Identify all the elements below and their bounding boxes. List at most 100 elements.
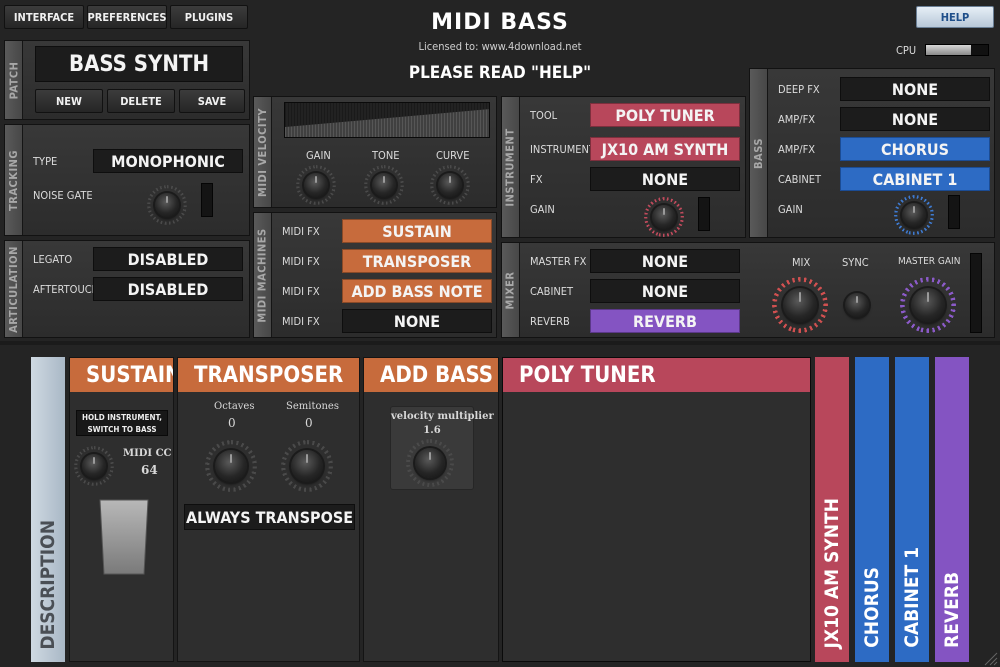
legato-label: LEGATO <box>33 253 73 266</box>
sustain-title[interactable]: SUSTAIN <box>70 358 173 392</box>
instrument-strip-label: JX10 AM SYNTH <box>821 497 843 648</box>
midi-fx-slot-3[interactable]: ADD BASS NOTE <box>342 279 492 303</box>
master-gain-label: MASTER GAIN <box>898 256 961 267</box>
midi-fx-slot-1[interactable]: SUSTAIN <box>342 219 492 243</box>
velocity-multiplier-label: velocity multiplier <box>391 411 494 422</box>
patch-panel: PATCH BASS SYNTH NEW DELETE SAVE <box>4 40 250 120</box>
velocity-multiplier-box: velocity multiplier 1.6 <box>390 406 494 490</box>
aftertouch-field[interactable]: DISABLED <box>93 277 243 301</box>
instrument-fx-field[interactable]: NONE <box>590 167 740 191</box>
mixer-cabinet-field[interactable]: NONE <box>590 279 740 303</box>
amp-fx-label-1: AMP/FX <box>778 113 816 126</box>
midi-velocity-tab: MIDI VELOCITY <box>254 97 272 207</box>
noise-gate-meter <box>201 183 213 217</box>
reverb-strip[interactable]: REVERB <box>935 357 969 662</box>
sustain-pedal-icon[interactable] <box>98 498 150 576</box>
legato-field[interactable]: DISABLED <box>93 247 243 271</box>
master-fx-field[interactable]: NONE <box>590 249 740 273</box>
velocity-curve-label: CURVE <box>436 149 470 162</box>
poly-tuner-slot: POLY TUNER <box>502 357 811 662</box>
poly-tuner-title[interactable]: POLY TUNER <box>503 358 810 392</box>
midi-fx-slot-2[interactable]: TRANSPOSER <box>342 249 492 273</box>
cabinet-field[interactable]: CABINET 1 <box>840 167 990 191</box>
resize-grip-icon[interactable] <box>982 650 998 666</box>
bass-gain-knob[interactable] <box>902 203 926 227</box>
velocity-gain-label: GAIN <box>306 149 331 162</box>
velocity-multiplier-knob[interactable] <box>415 448 445 478</box>
instrument-field[interactable]: JX10 AM SYNTH <box>590 137 740 161</box>
chorus-strip[interactable]: CHORUS <box>855 357 889 662</box>
mixer-tab: MIXER <box>502 243 520 337</box>
sustain-instruction: HOLD INSTRUMENT, SWITCH TO BASS <box>76 410 168 436</box>
bass-gain-meter <box>948 195 960 229</box>
octaves-value: 0 <box>228 416 236 430</box>
instrument-gain-label: GAIN <box>530 203 555 216</box>
velocity-gain-knob[interactable] <box>304 173 328 197</box>
midi-cc-value: 64 <box>141 463 158 477</box>
mix-label: MIX <box>792 256 811 269</box>
tool-label: TOOL <box>530 109 558 122</box>
tracking-type-field[interactable]: MONOPHONIC <box>93 149 243 173</box>
reverb-label: REVERB <box>530 315 570 328</box>
amp-fx-field-1[interactable]: NONE <box>840 107 990 131</box>
add-bass-slot: ADD BASS ... velocity multiplier 1.6 <box>363 357 499 662</box>
cpu-meter-fill <box>926 45 971 55</box>
sustain-cc-knob[interactable] <box>82 454 106 478</box>
octaves-knob[interactable] <box>215 450 247 482</box>
patch-delete-button[interactable]: DELETE <box>107 89 175 113</box>
patch-name-field[interactable]: BASS SYNTH <box>35 46 243 82</box>
amp-fx-label-2: AMP/FX <box>778 143 816 156</box>
cabinet-strip[interactable]: CABINET 1 <box>895 357 929 662</box>
articulation-tab: ARTICULATION <box>5 241 23 337</box>
velocity-curve <box>285 103 489 137</box>
sustain-slot: SUSTAIN HOLD INSTRUMENT, SWITCH TO BASS … <box>69 357 174 662</box>
instrument-strip[interactable]: JX10 AM SYNTH <box>815 357 849 662</box>
master-gain-knob[interactable] <box>911 288 945 322</box>
patch-save-button[interactable]: SAVE <box>179 89 245 113</box>
midi-fx-label-3: MIDI FX <box>282 285 320 298</box>
deep-fx-field[interactable]: NONE <box>840 77 990 101</box>
instrument-tab: INSTRUMENT <box>502 97 520 237</box>
semitones-label: Semitones <box>286 401 339 412</box>
midi-machines-panel: MIDI MACHINES MIDI FX SUSTAIN MIDI FX TR… <box>253 212 497 338</box>
transposer-title[interactable]: TRANSPOSER <box>178 358 359 392</box>
instrument-fx-label: FX <box>530 173 543 186</box>
description-tab[interactable]: DESCRIPTION <box>31 357 65 662</box>
chorus-strip-label: CHORUS <box>861 567 883 648</box>
sync-knob[interactable] <box>845 293 869 317</box>
reverb-field[interactable]: REVERB <box>590 309 740 333</box>
always-transpose-button[interactable]: ALWAYS TRANSPOSE <box>184 504 355 530</box>
midi-fx-slot-4[interactable]: NONE <box>342 309 492 333</box>
transposer-slot: TRANSPOSER Octaves 0 Semitones 0 ALWAYS … <box>177 357 360 662</box>
cabinet-strip-label: CABINET 1 <box>901 547 923 648</box>
mixer-panel: MIXER MASTER FX NONE CABINET NONE REVERB… <box>501 242 995 338</box>
amp-fx-field-2[interactable]: CHORUS <box>840 137 990 161</box>
cpu-label: CPU <box>896 44 917 57</box>
instrument-gain-meter <box>698 197 710 231</box>
instrument-gain-knob[interactable] <box>652 205 676 229</box>
noise-gate-knob[interactable] <box>155 193 179 217</box>
midi-fx-label-1: MIDI FX <box>282 225 320 238</box>
bass-gain-label: GAIN <box>778 203 803 216</box>
velocity-multiplier-value: 1.6 <box>423 425 441 436</box>
velocity-tone-knob[interactable] <box>372 173 396 197</box>
add-bass-title[interactable]: ADD BASS ... <box>364 358 498 392</box>
velocity-curve-knob[interactable] <box>438 173 462 197</box>
description-tab-label: DESCRIPTION <box>37 520 59 650</box>
tool-field[interactable]: POLY TUNER <box>590 103 740 127</box>
deep-fx-label: DEEP FX <box>778 83 820 96</box>
patch-tab: PATCH <box>5 41 23 119</box>
midi-velocity-panel: MIDI VELOCITY GAIN TONE CURVE <box>253 96 497 208</box>
semitones-knob[interactable] <box>291 450 323 482</box>
reverb-strip-label: REVERB <box>941 572 963 648</box>
tracking-type-label: TYPE <box>33 155 58 168</box>
mixer-cabinet-label: CABINET <box>530 285 574 298</box>
patch-new-button[interactable]: NEW <box>35 89 103 113</box>
master-fx-label: MASTER FX <box>530 255 587 268</box>
semitones-value: 0 <box>305 416 313 430</box>
section-divider <box>0 341 1000 345</box>
midi-fx-label-4: MIDI FX <box>282 315 320 328</box>
mix-knob[interactable] <box>783 288 817 322</box>
cabinet-label: CABINET <box>778 173 822 186</box>
velocity-curve-display <box>284 102 490 138</box>
